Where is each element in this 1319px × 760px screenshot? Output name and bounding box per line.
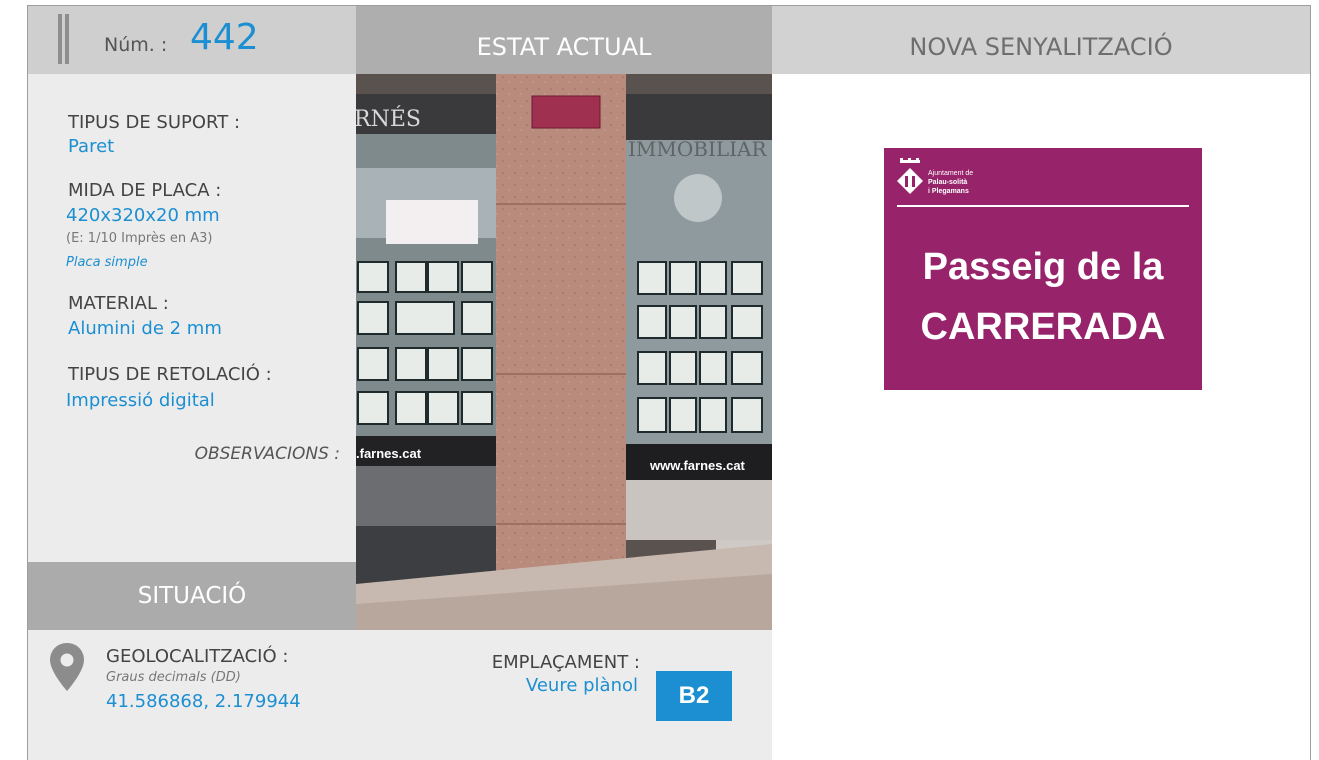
plate-size-label: MIDA DE PLACA : — [68, 180, 222, 201]
lettering-label: TIPUS DE RETOLACIÓ : — [68, 364, 272, 385]
street-sign: Ajuntament de Palau-solità i Plegamans P… — [884, 148, 1202, 390]
photo-web-left: .farnes.cat — [356, 446, 422, 461]
situation-header: SITUACIÓ — [28, 562, 356, 630]
number-value: 442 — [190, 17, 259, 58]
info-panel: TIPUS DE SUPORT : Paret MIDA DE PLACA : … — [28, 74, 356, 562]
location-code-badge[interactable]: B2 — [656, 671, 732, 721]
material-value: Alumini de 2 mm — [68, 318, 222, 339]
material-label: MATERIAL : — [68, 293, 169, 314]
photo-shop-sign-right: IMMOBILIAR — [628, 137, 767, 161]
sign-org-line1: Ajuntament de — [928, 170, 974, 177]
photo-web-right: www.farnes.cat — [649, 458, 746, 473]
sign-org-line3: i Plegamans — [928, 188, 969, 195]
map-pin-icon — [50, 643, 84, 691]
sign-org-line2: Palau-solità — [928, 179, 968, 186]
support-type-label: TIPUS DE SUPORT : — [68, 112, 241, 133]
current-state-photo: RNÉS IMMOBILIAR .farnes.cat www.farnes.c… — [356, 74, 772, 630]
sign-divider — [897, 205, 1189, 207]
sign-street-line1: Passeig de la — [922, 246, 1164, 288]
location-label: EMPLAÇAMENT : — [491, 652, 640, 673]
number-label: Núm. : — [104, 34, 168, 56]
plate-kind: Placa simple — [66, 255, 148, 270]
new-signage-header: NOVA SENYALITZACIÓ — [772, 6, 1310, 74]
location-map-link[interactable]: Veure plànol — [526, 675, 638, 696]
crest-icon — [897, 158, 923, 194]
geolocation-format: Graus decimals (DD) — [106, 670, 241, 685]
geolocation-label: GEOLOCALITZACIÓ : — [106, 646, 289, 667]
storefront-photo: RNÉS IMMOBILIAR .farnes.cat www.farnes.c… — [356, 74, 772, 630]
support-type-value: Paret — [68, 136, 115, 157]
photo-shop-sign-left: RNÉS — [356, 105, 421, 132]
current-state-header: ESTAT ACTUAL — [356, 6, 772, 74]
lettering-value: Impressió digital — [66, 390, 215, 411]
new-signage-title: NOVA SENYALITZACIÓ — [909, 33, 1173, 61]
observations-label: OBSERVACIONS : — [194, 444, 340, 464]
situation-title: SITUACIÓ — [137, 583, 247, 609]
geolocation-value[interactable]: 41.586868, 2.179944 — [106, 691, 301, 712]
sign-street-line2: CARRERADA — [920, 306, 1166, 348]
current-state-title: ESTAT ACTUAL — [476, 33, 652, 61]
plate-size-note: (E: 1/10 Imprès en A3) — [66, 231, 213, 246]
plate-size-value: 420x320x20 mm — [66, 205, 220, 226]
